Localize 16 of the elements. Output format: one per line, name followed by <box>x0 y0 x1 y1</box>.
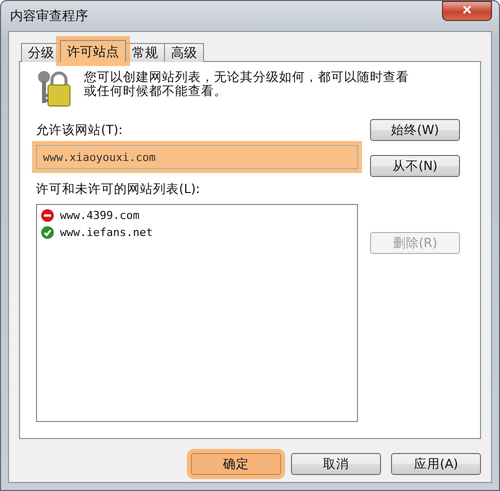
dialog-button[interactable]: 取消 <box>291 453 381 475</box>
tab[interactable]: 高级 <box>164 43 204 62</box>
dialog-button[interactable]: 应用(A) <box>391 453 481 475</box>
close-button[interactable]: × <box>442 1 492 21</box>
site-list-item[interactable]: www.iefans.net <box>60 226 153 239</box>
check-icon <box>41 226 54 239</box>
no-entry-icon <box>41 209 54 222</box>
site-list-item[interactable]: www.4399.com <box>60 209 140 222</box>
keys-lock-icon <box>36 68 72 108</box>
intro-text: 您可以创建网站列表，无论其分级如何，都可以随时查看或任何时候都不能查看。 <box>84 70 410 98</box>
site-field-label: 允许该网站(T): <box>36 122 124 139</box>
side-button[interactable]: 始终(W) <box>370 119 460 141</box>
site-list-label: 许可和未许可的网站列表(L): <box>36 181 201 198</box>
side-button[interactable]: 从不(N) <box>370 155 460 177</box>
window-title: 内容审查程序 <box>9 8 88 25</box>
site-input-field[interactable]: www.xiaoyouxi.com <box>36 145 358 169</box>
